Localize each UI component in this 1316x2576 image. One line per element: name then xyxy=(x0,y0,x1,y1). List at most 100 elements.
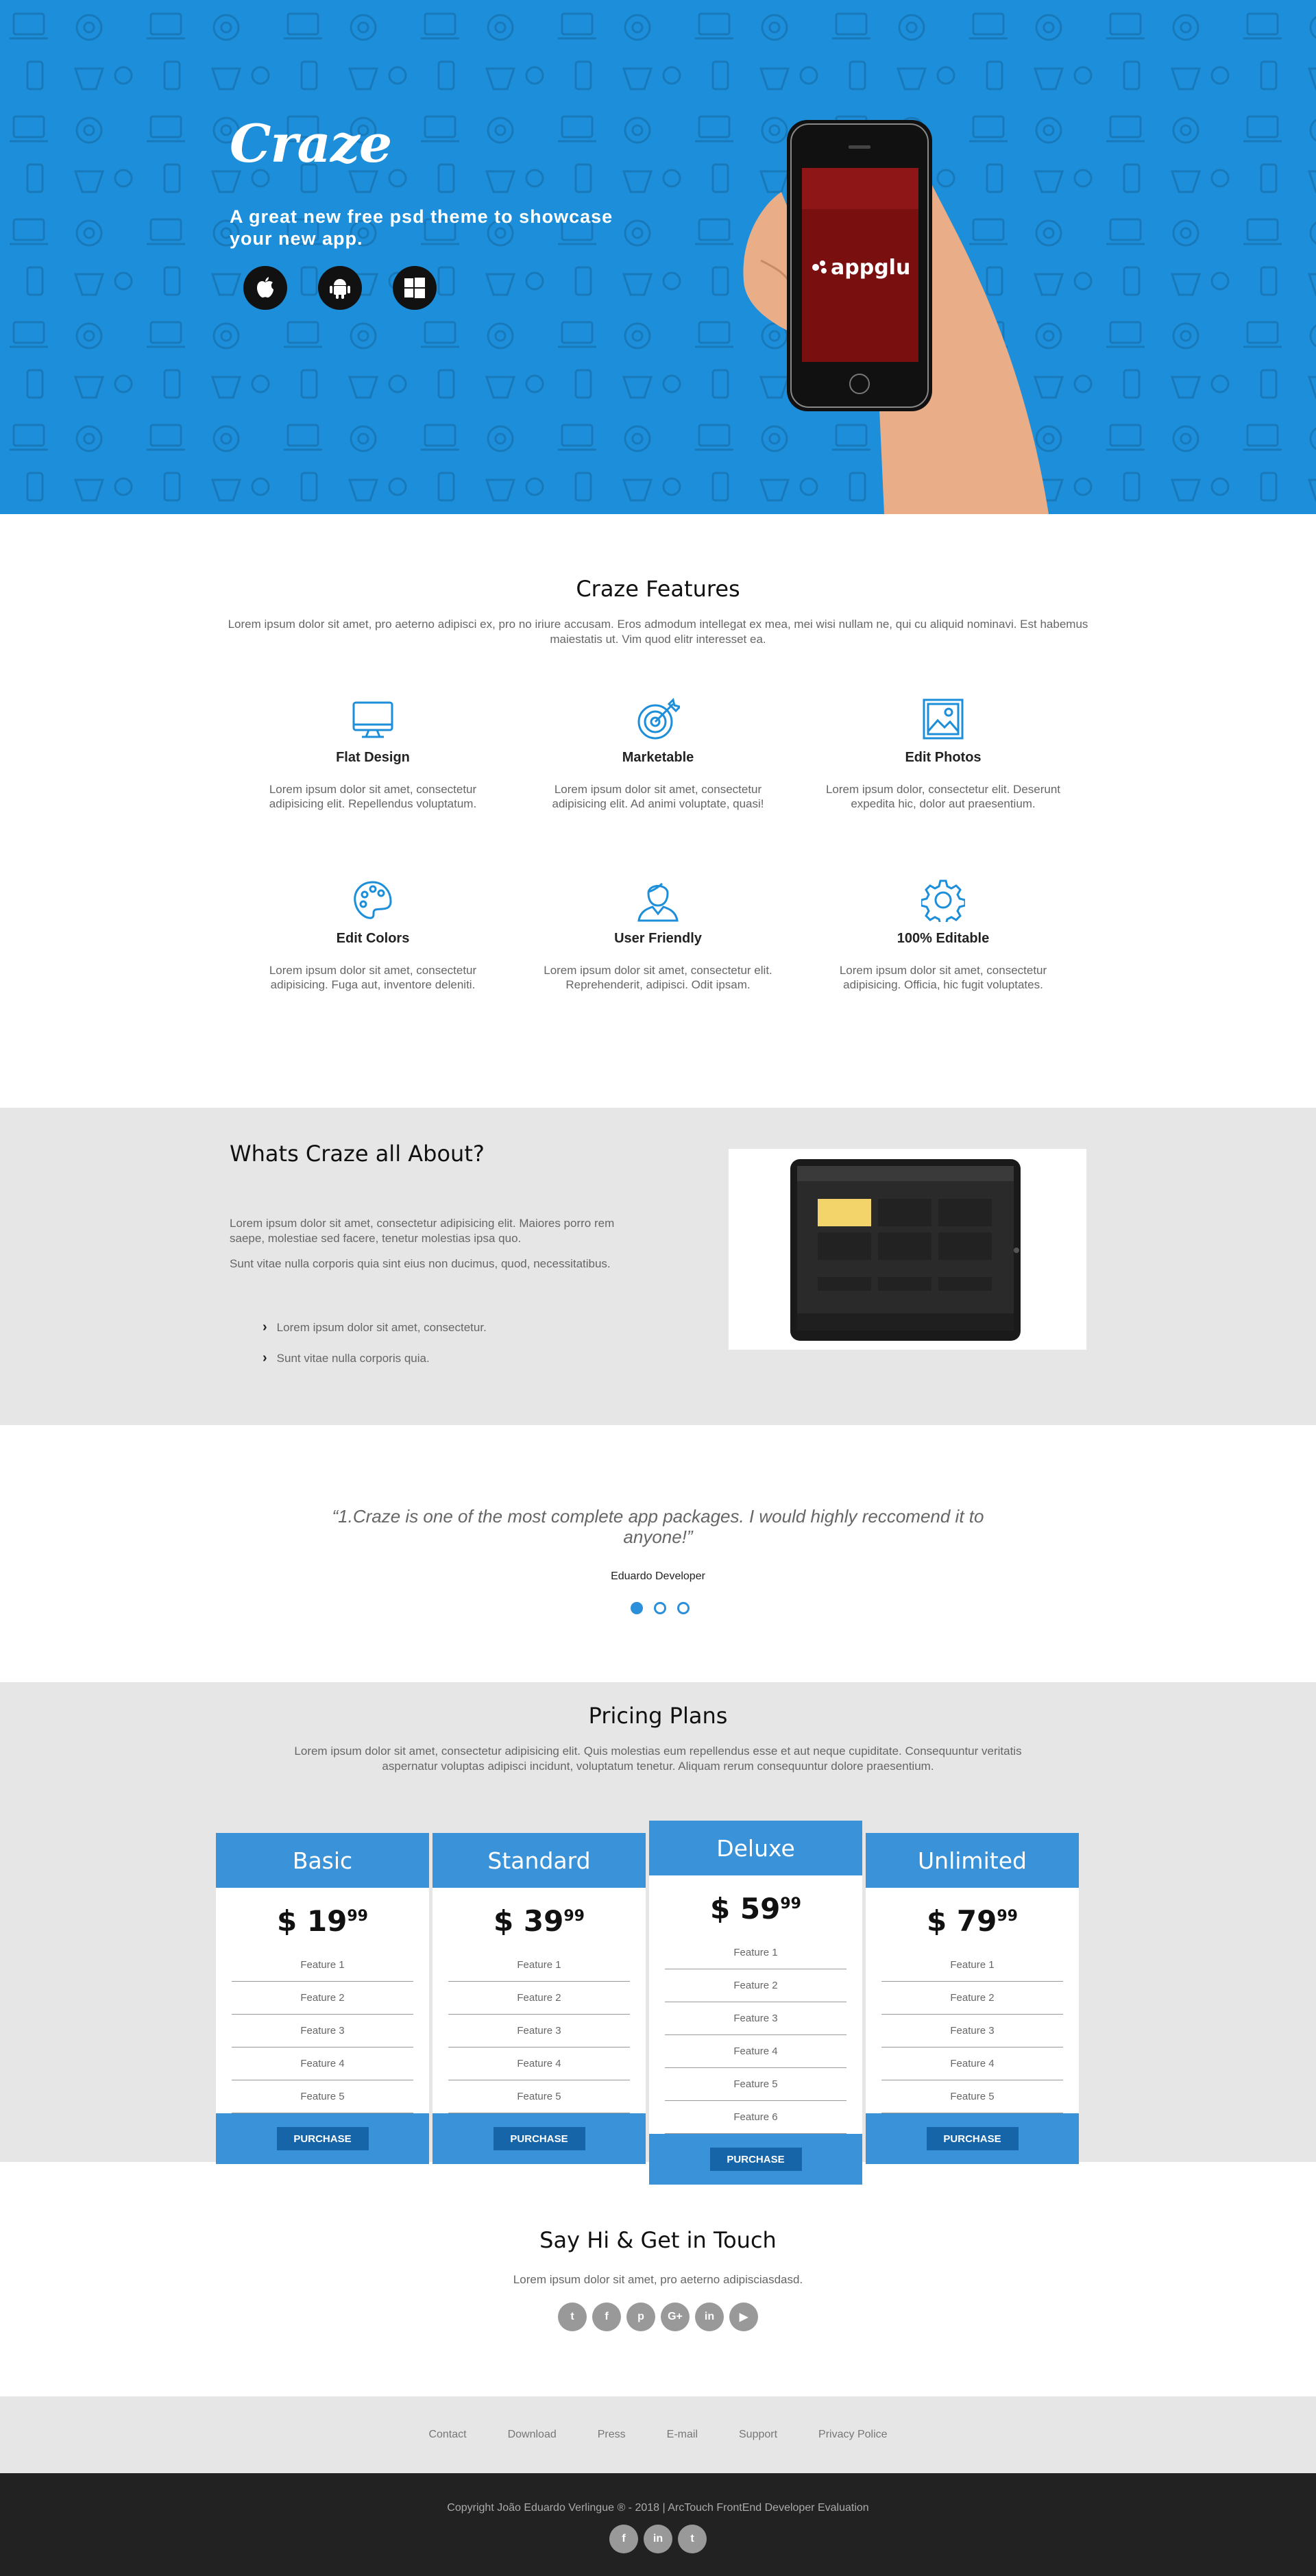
pricing-card-standard: Standard $ 3999 Feature 1 Feature 2 Feat… xyxy=(432,1833,646,2164)
plan-price: $ 7999 xyxy=(927,1904,1018,1938)
footer-link-privacy[interactable]: Privacy Police xyxy=(818,2429,887,2441)
pricing-section: Pricing Plans Lorem ipsum dolor sit amet… xyxy=(0,1682,1316,2185)
pricing-plans: Basic $ 1999 Feature 1 Feature 2 Feature… xyxy=(216,1821,1080,2203)
carousel-dot[interactable] xyxy=(654,1602,666,1614)
youtube-icon[interactable]: ▶ xyxy=(729,2302,758,2331)
android-icon xyxy=(330,279,350,299)
feature-title: User Friendly xyxy=(614,931,702,946)
footer-social-links: f in t xyxy=(0,2525,1316,2553)
windows-icon xyxy=(404,278,425,298)
feature-description: Lorem ipsum dolor sit amet, consectetur … xyxy=(269,783,477,810)
plan-footer: PURCHASE xyxy=(432,2113,646,2164)
windows-store-button[interactable] xyxy=(393,266,437,310)
feature-title: Edit Photos xyxy=(905,750,982,765)
feature-title: 100% Editable xyxy=(897,931,990,946)
footer-nav: Contact Download Press E-mail Support Pr… xyxy=(0,2396,1316,2473)
gear-icon xyxy=(919,876,967,924)
plan-feature: Feature 4 xyxy=(665,2035,846,2068)
plan-name: Deluxe xyxy=(649,1821,862,1875)
contact-lead: Lorem ipsum dolor sit amet, pro aeterno … xyxy=(513,2273,803,2286)
background-pattern xyxy=(0,0,1316,514)
facebook-icon[interactable]: f xyxy=(609,2525,638,2553)
plan-name: Basic xyxy=(216,1833,429,1888)
plan-footer: PURCHASE xyxy=(216,2113,429,2164)
pricing-card-deluxe: Deluxe $ 5999 Feature 1 Feature 2 Featur… xyxy=(649,1821,862,2185)
list-item: › Lorem ipsum dolor sit amet, consectetur… xyxy=(263,1320,487,1335)
testimonial-section: “1.Craze is one of the most complete app… xyxy=(0,1425,1316,1682)
carousel-indicators xyxy=(631,1602,690,1614)
phone-screen-brand: appglu xyxy=(831,256,910,280)
plan-feature: Feature 4 xyxy=(232,2048,413,2080)
footer-link-email[interactable]: E-mail xyxy=(667,2429,698,2441)
pinterest-icon[interactable]: p xyxy=(626,2302,655,2331)
store-buttons xyxy=(243,266,437,310)
footer-link-press[interactable]: Press xyxy=(598,2429,626,2441)
features-grid: Flat Design Lorem ipsum dolor sit amet, … xyxy=(226,695,1090,992)
plan-price: $ 3999 xyxy=(494,1904,585,1938)
linkedin-icon[interactable]: in xyxy=(644,2525,672,2553)
about-list: › Lorem ipsum dolor sit amet, consectetur… xyxy=(263,1320,487,1381)
feature-description: Lorem ipsum dolor sit amet, consectetur … xyxy=(544,964,772,991)
plan-feature: Feature 5 xyxy=(665,2068,846,2101)
purchase-button[interactable]: PURCHASE xyxy=(493,2127,585,2150)
list-item: › Sunt vitae nulla corporis quia. xyxy=(263,1350,430,1365)
feature-item: Edit Colors Lorem ipsum dolor sit amet, … xyxy=(230,876,515,992)
contact-title: Say Hi & Get in Touch xyxy=(539,2227,777,2253)
plan-feature: Feature 2 xyxy=(232,1982,413,2015)
pricing-lead: Lorem ipsum dolor sit amet, consectetur … xyxy=(294,1745,1022,1773)
facebook-icon[interactable]: f xyxy=(592,2302,621,2331)
tablet-screenshot xyxy=(729,1149,1086,1350)
footer-bottom: Copyright João Eduardo Verlingue ® - 201… xyxy=(0,2473,1316,2576)
plan-feature: Feature 3 xyxy=(881,2015,1063,2048)
testimonial-author: Eduardo Developer xyxy=(611,1570,705,1582)
plan-feature: Feature 1 xyxy=(665,1936,846,1969)
footer-link-support[interactable]: Support xyxy=(739,2429,777,2441)
about-title: Whats Craze all About? xyxy=(230,1141,485,1167)
carousel-dot[interactable] xyxy=(631,1602,643,1614)
twitter-icon[interactable]: t xyxy=(678,2525,707,2553)
footer-link-download[interactable]: Download xyxy=(508,2429,557,2441)
plan-feature: Feature 3 xyxy=(448,2015,630,2048)
apple-store-button[interactable] xyxy=(243,266,287,310)
carousel-dot[interactable] xyxy=(677,1602,690,1614)
feature-item: Marketable Lorem ipsum dolor sit amet, c… xyxy=(515,695,801,811)
google-plus-icon[interactable]: G+ xyxy=(661,2302,690,2331)
user-icon xyxy=(634,876,682,924)
twitter-icon[interactable]: t xyxy=(558,2302,587,2331)
hero-tagline: A great new free psd theme to showcase y… xyxy=(230,206,613,249)
feature-item: 100% Editable Lorem ipsum dolor sit amet… xyxy=(801,876,1086,992)
about-paragraph: Lorem ipsum dolor sit amet, consectetur … xyxy=(230,1217,615,1245)
plan-feature: Feature 5 xyxy=(881,2080,1063,2113)
plan-feature: Feature 2 xyxy=(448,1982,630,2015)
hero-section: Craze A great new free psd theme to show… xyxy=(0,0,1316,514)
plan-footer: PURCHASE xyxy=(649,2134,862,2185)
testimonial-quote: “1.Craze is one of the most complete app… xyxy=(332,1506,984,1547)
monitor-icon xyxy=(349,695,397,743)
plan-feature: Feature 2 xyxy=(665,1969,846,2002)
copyright-text: Copyright João Eduardo Verlingue ® - 201… xyxy=(447,2502,869,2514)
features-lead: Lorem ipsum dolor sit amet, pro aeterno … xyxy=(228,618,1088,646)
brand-logo[interactable]: Craze xyxy=(230,113,392,174)
purchase-button[interactable]: PURCHASE xyxy=(276,2127,369,2150)
chevron-right-icon: › xyxy=(263,1320,267,1335)
android-store-button[interactable] xyxy=(318,266,362,310)
plan-price: $ 5999 xyxy=(710,1892,801,1925)
footer-link-contact[interactable]: Contact xyxy=(428,2429,466,2441)
plan-feature: Feature 5 xyxy=(448,2080,630,2113)
purchase-button[interactable]: PURCHASE xyxy=(926,2127,1019,2150)
feature-title: Flat Design xyxy=(336,750,410,765)
plan-price: $ 1999 xyxy=(277,1904,368,1938)
target-icon xyxy=(634,695,682,743)
purchase-button[interactable]: PURCHASE xyxy=(709,2148,802,2171)
feature-item: Edit Photos Lorem ipsum dolor, consectet… xyxy=(801,695,1086,811)
feature-description: Lorem ipsum dolor sit amet, consectetur … xyxy=(839,964,1047,991)
plan-feature: Feature 3 xyxy=(232,2015,413,2048)
phone-in-hand-image: appglu xyxy=(743,120,1049,514)
plan-feature: Feature 1 xyxy=(232,1949,413,1982)
plan-feature: Feature 1 xyxy=(448,1949,630,1982)
linkedin-icon[interactable]: in xyxy=(695,2302,724,2331)
feature-description: Lorem ipsum dolor, consectetur elit. Des… xyxy=(825,783,1061,810)
features-section: Craze Features Lorem ipsum dolor sit ame… xyxy=(0,514,1316,1108)
pricing-title: Pricing Plans xyxy=(588,1703,728,1729)
about-paragraph: Sunt vitae nulla corporis quia sint eius… xyxy=(230,1257,611,1270)
